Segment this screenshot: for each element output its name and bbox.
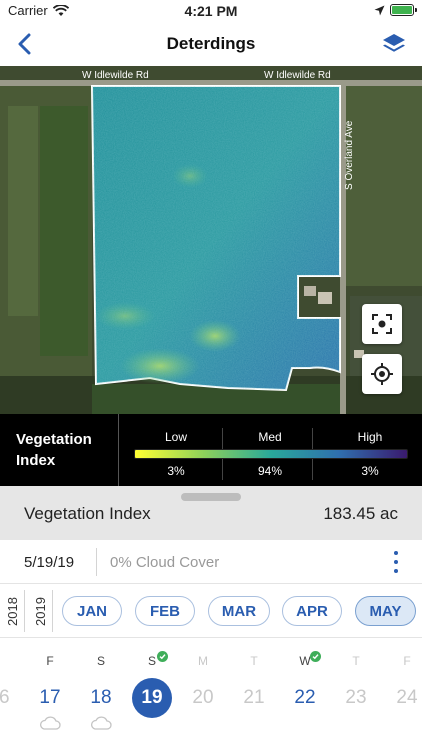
nav-bar: Deterdings xyxy=(0,22,422,66)
battery-icon xyxy=(390,4,417,16)
day-20: M 20 xyxy=(178,638,228,750)
image-date-row: 5/19/19 0% Cloud Cover xyxy=(0,540,422,584)
legend-title: Vegetation Index xyxy=(16,431,92,469)
month-mar[interactable]: MAR xyxy=(208,596,270,626)
vegetation-legend: Vegetation Index Low Med High 3% 94% 3% xyxy=(0,414,422,486)
legend-label-high: High xyxy=(357,430,383,444)
day-weekday: S xyxy=(96,654,105,668)
location-arrow-icon xyxy=(374,5,385,15)
sheet-drag-handle[interactable] xyxy=(181,493,241,501)
image-date: 5/19/19 xyxy=(24,554,75,571)
day-weekday: S xyxy=(147,654,156,668)
month-may[interactable]: MAY xyxy=(355,596,416,626)
status-right xyxy=(374,4,417,16)
day-weekday: F xyxy=(403,654,411,668)
legend-value-high: 3% xyxy=(361,464,379,478)
day-weekday: M xyxy=(198,654,208,668)
road-label-top-right: W Idlewilde Rd xyxy=(264,70,331,81)
day-number: 17 xyxy=(39,687,61,708)
year-2018[interactable]: 2018 xyxy=(2,592,22,630)
cloud-icon xyxy=(90,716,112,730)
page-title: Deterdings xyxy=(166,34,256,53)
crosshair-icon xyxy=(371,363,393,385)
day-number: 19 xyxy=(132,678,172,718)
day-selector: 16 F 17 S 18 S 19 M 20 T 21 W 22 T 23 F 24 xyxy=(0,638,422,750)
my-location-button[interactable] xyxy=(362,354,402,394)
day-17[interactable]: F 17 xyxy=(25,638,75,750)
day-weekday: F xyxy=(46,654,54,668)
field-area: 183.45 ac xyxy=(323,504,398,523)
legend-divider xyxy=(118,414,119,486)
layers-button[interactable] xyxy=(380,30,408,58)
day-weekday: W xyxy=(299,654,311,668)
field-map[interactable]: W Idlewilde Rd W Idlewilde Rd S Overland… xyxy=(0,66,422,414)
layers-icon xyxy=(383,34,405,52)
day-19[interactable]: S 19 xyxy=(127,638,177,750)
day-21: T 21 xyxy=(229,638,279,750)
day-number: 16 xyxy=(0,687,10,708)
check-circle-icon xyxy=(157,651,168,662)
day-number: 24 xyxy=(396,687,418,708)
day-number: 21 xyxy=(243,687,265,708)
bottom-sheet-header: Vegetation Index 183.45 ac xyxy=(0,486,422,540)
status-bar: Carrier 4:21 PM xyxy=(0,0,422,22)
more-options-button[interactable] xyxy=(390,548,402,576)
legend-label-low: Low xyxy=(164,430,188,444)
clock: 4:21 PM xyxy=(184,3,238,19)
road-label-top-left: W Idlewilde Rd xyxy=(82,70,149,81)
focus-frame-icon xyxy=(372,314,392,334)
day-22[interactable]: W 22 xyxy=(280,638,330,750)
year-2019[interactable]: 2019 xyxy=(30,592,50,630)
day-weekday: T xyxy=(352,654,360,668)
day-number: 22 xyxy=(294,687,316,708)
day-number: 20 xyxy=(192,687,214,708)
day-number: 23 xyxy=(345,687,367,708)
layer-name: Vegetation Index xyxy=(24,504,151,523)
legend-color-bar xyxy=(134,449,408,459)
day-weekday: T xyxy=(250,654,258,668)
satellite-imagery: W Idlewilde Rd W Idlewilde Rd S Overland… xyxy=(0,66,422,414)
check-circle-icon xyxy=(310,651,321,662)
day-23: T 23 xyxy=(331,638,381,750)
more-vertical-icon xyxy=(394,550,398,555)
month-feb[interactable]: FEB xyxy=(135,596,195,626)
zoom-to-field-button[interactable] xyxy=(362,304,402,344)
day-24: F 24 xyxy=(382,638,422,750)
month-jan[interactable]: JAN xyxy=(62,596,122,626)
legend-label-med: Med xyxy=(258,430,282,444)
legend-value-low: 3% xyxy=(167,464,185,478)
day-18[interactable]: S 18 xyxy=(76,638,126,750)
day-16: 16 xyxy=(0,638,24,750)
cloud-cover: 0% Cloud Cover xyxy=(110,554,220,571)
road-label-right: S Overland Ave xyxy=(344,120,355,190)
month-apr[interactable]: APR xyxy=(282,596,342,626)
legend-value-med: 94% xyxy=(257,464,283,478)
day-number: 18 xyxy=(90,687,112,708)
cloud-icon xyxy=(39,716,61,730)
month-selector: 2018 2019 JAN FEB MAR APR MAY xyxy=(0,584,422,638)
